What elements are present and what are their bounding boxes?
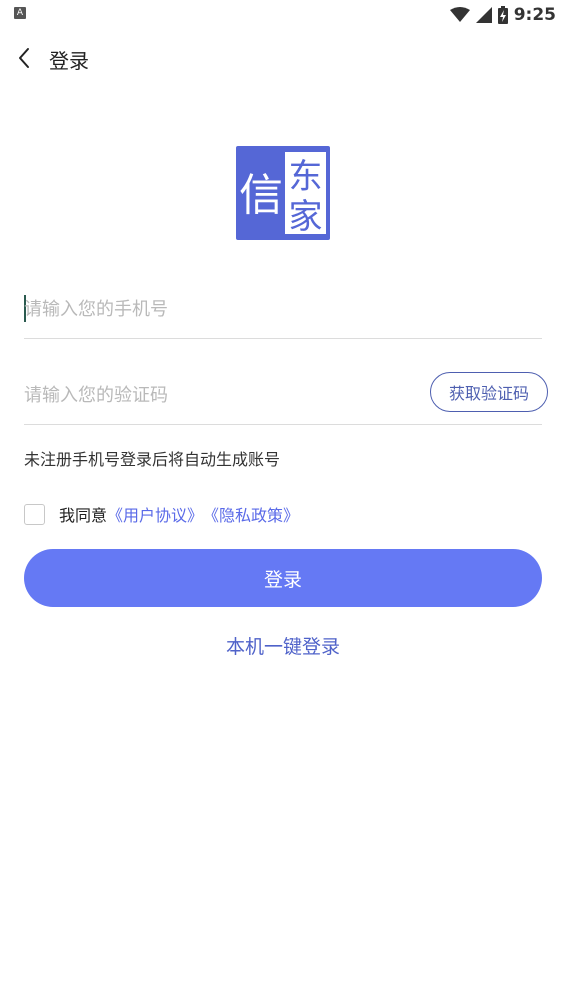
status-icons: 9:25 — [449, 3, 556, 27]
notification-a-icon: A — [14, 7, 26, 19]
battery-charging-icon — [497, 6, 508, 24]
wifi-icon — [449, 7, 470, 22]
agreement-checkbox[interactable] — [24, 503, 45, 525]
cellular-signal-icon — [475, 7, 492, 23]
logo-char-jia: 家 — [289, 197, 323, 237]
phone-field — [24, 280, 542, 339]
back-button[interactable] — [10, 44, 38, 72]
get-code-button[interactable]: 获取验证码 — [430, 372, 548, 412]
agreement-row: 我同意 《用户协议》 《隐私政策》 — [24, 502, 299, 526]
one-key-login-link[interactable]: 本机一键登录 — [0, 632, 566, 659]
app-header: 登录 — [0, 36, 566, 82]
verification-code-input[interactable] — [24, 382, 404, 408]
phone-input[interactable] — [24, 296, 524, 322]
logo-char-xin: 信 — [239, 170, 283, 221]
agreement-prefix: 我同意 — [59, 506, 108, 525]
chevron-left-icon — [19, 48, 29, 68]
status-time: 9:25 — [513, 5, 556, 25]
page-title: 登录 — [49, 49, 89, 73]
auto-register-hint: 未注册手机号登录后将自动生成账号 — [24, 450, 281, 469]
app-logo: 信 东 家 — [236, 146, 330, 240]
logo-char-dong: 东 — [289, 157, 323, 197]
privacy-policy-link[interactable]: 《隐私政策》 — [203, 502, 299, 526]
login-button[interactable]: 登录 — [24, 549, 542, 607]
status-bar: A 9:25 — [0, 0, 566, 30]
code-field: 获取验证码 — [24, 366, 548, 425]
user-agreement-link[interactable]: 《用户协议》 — [107, 502, 203, 526]
